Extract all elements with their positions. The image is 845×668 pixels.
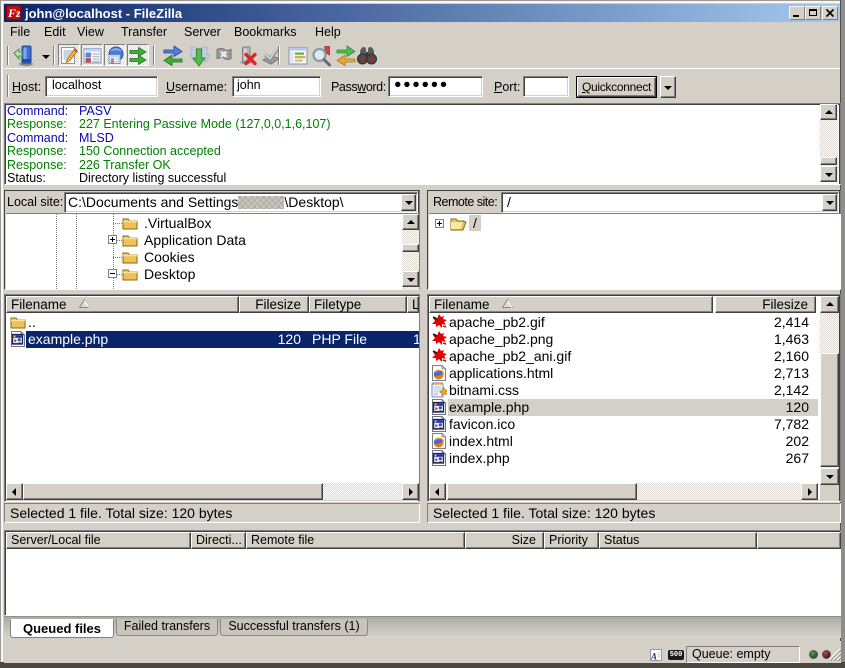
svg-text:Fz: Fz [7,6,20,19]
svg-text:A: A [651,652,657,662]
